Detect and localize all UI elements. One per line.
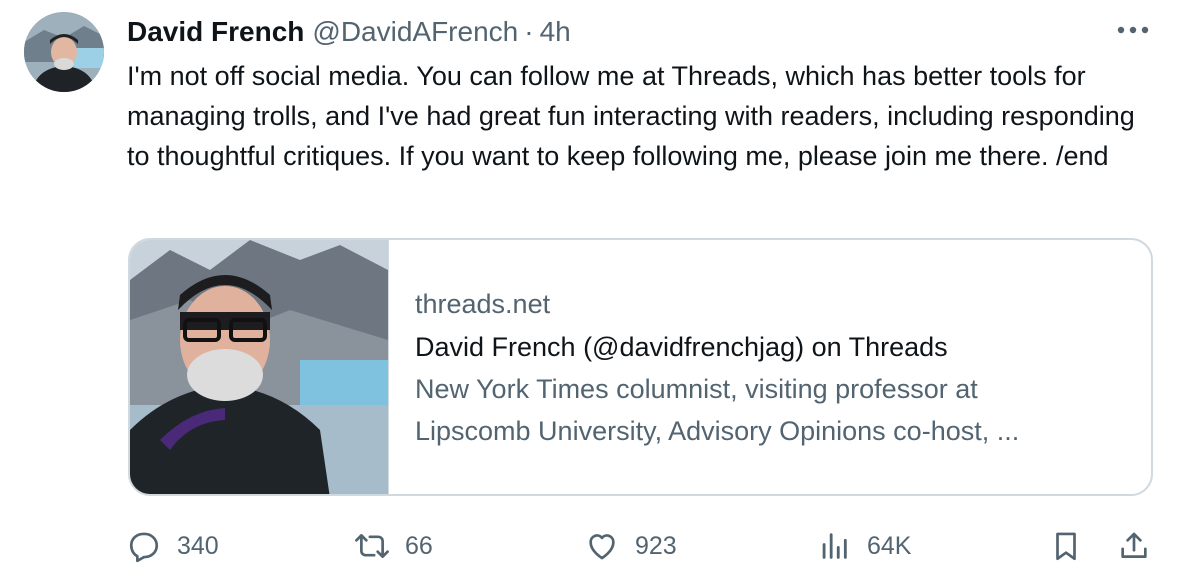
- repost-count: 66: [405, 531, 433, 560]
- views-icon: [822, 533, 847, 559]
- bookmark-icon: [1056, 532, 1076, 561]
- repost-icon: [355, 534, 389, 558]
- card-body: threads.net David French (@davidfrenchja…: [389, 240, 1135, 494]
- share-icon: [1121, 532, 1147, 558]
- share-button[interactable]: [1117, 522, 1151, 570]
- card-description: New York Times columnist, visiting profe…: [415, 368, 1135, 452]
- views-button[interactable]: 64K: [817, 522, 911, 570]
- card-description-line-1: New York Times columnist, visiting profe…: [415, 374, 978, 404]
- author-handle[interactable]: @DavidAFrench: [312, 16, 518, 48]
- author-name[interactable]: David French: [127, 16, 304, 48]
- timestamp[interactable]: 4h: [540, 16, 571, 48]
- reply-button[interactable]: 340: [127, 522, 219, 570]
- heart-icon: [589, 534, 615, 560]
- more-button[interactable]: [1113, 14, 1153, 46]
- card-domain: threads.net: [415, 289, 551, 319]
- reply-count: 340: [177, 531, 219, 560]
- bookmark-button[interactable]: [1049, 522, 1083, 570]
- repost-button[interactable]: 66: [355, 522, 433, 570]
- author-avatar[interactable]: [24, 12, 104, 92]
- separator-dot: ·: [524, 16, 534, 47]
- card-image: [130, 240, 389, 494]
- reply-icon: [129, 532, 159, 563]
- more-icon: [1117, 26, 1149, 34]
- link-preview-card[interactable]: threads.net David French (@davidfrenchja…: [128, 238, 1153, 496]
- card-title: David French (@davidfrenchjag) on Thread…: [415, 332, 948, 362]
- like-count: 923: [635, 531, 677, 560]
- card-description-line-2: Lipscomb University, Advisory Opinions c…: [415, 416, 1020, 446]
- avatar-photo: [24, 12, 104, 92]
- tweet-header: David French @DavidAFrench · 4h: [127, 14, 571, 50]
- views-count: 64K: [867, 531, 912, 560]
- tweet-text: I'm not off social media. You can follow…: [127, 61, 1135, 171]
- tweet-actions: 340 66 923 64K: [127, 522, 1157, 570]
- like-button[interactable]: 923: [585, 522, 677, 570]
